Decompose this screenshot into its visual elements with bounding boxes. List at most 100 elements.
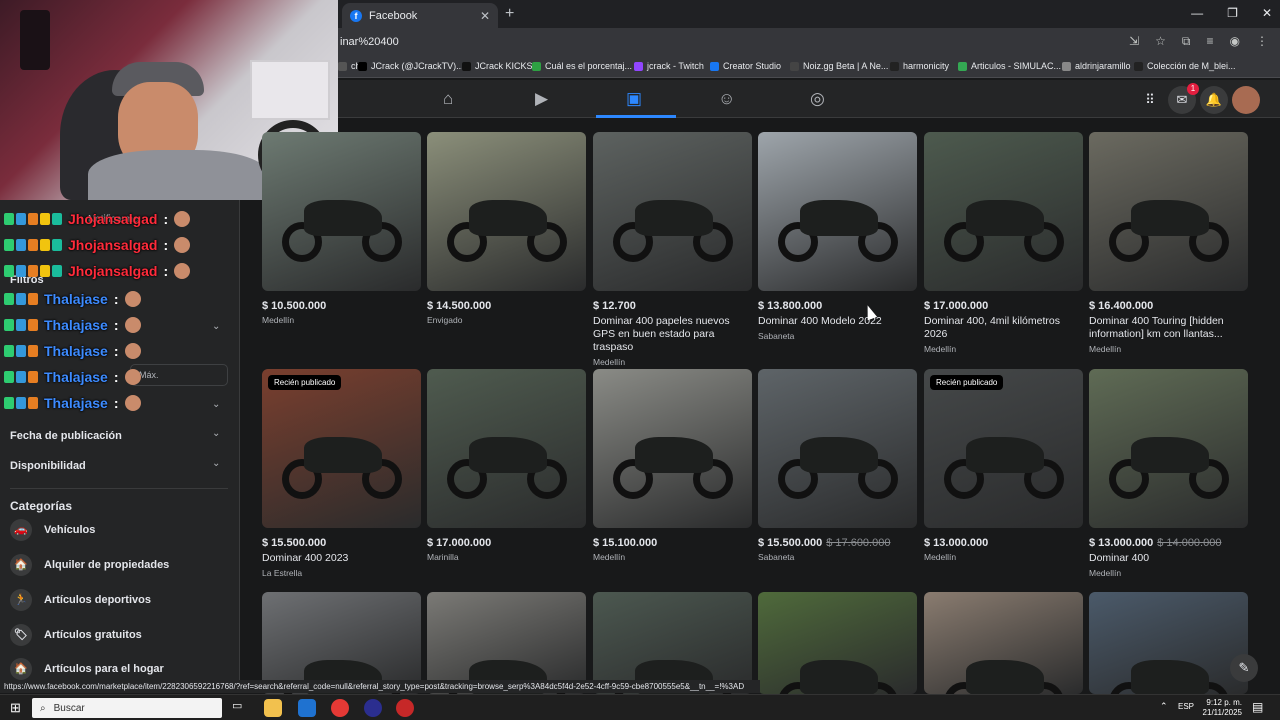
file-explorer-icon[interactable] [264, 699, 282, 717]
listing-photo[interactable] [427, 592, 586, 694]
listing-card[interactable]: Recién publicado $ 15.500.000 Dominar 400 … [262, 369, 421, 578]
chevron-down-icon[interactable]: ⌄ [212, 321, 220, 332]
bookmark-label: Creator Studio [723, 61, 782, 71]
listing-card[interactable] [758, 592, 917, 694]
task-view-icon[interactable]: ▭ [232, 699, 250, 717]
listing-photo[interactable]: Recién publicado [924, 369, 1083, 528]
listing-card[interactable]: $ 15.500.000 $ 17.600.000 Sabaneta [758, 369, 917, 562]
bookmark-item[interactable]: harmonicity [890, 61, 949, 71]
category-item[interactable]: 🚗 Vehículos [10, 519, 95, 541]
close-tab-icon[interactable]: ✕ [480, 9, 490, 23]
listing-card[interactable]: $ 17.000.000 Marinilla [427, 369, 586, 562]
listing-title: Dominar 400 2023 [262, 552, 349, 564]
bookmark-label: Cuál es el porcentaj... [545, 61, 633, 71]
listing-photo[interactable] [593, 132, 752, 291]
listing-card[interactable] [427, 592, 586, 694]
listing-photo[interactable] [758, 592, 917, 694]
windows-start-icon[interactable]: ⊞ [10, 700, 21, 716]
listing-card[interactable] [1089, 592, 1248, 694]
bookmark-item[interactable]: Articulos - SIMULAC... [958, 61, 1061, 71]
home-icon[interactable]: ⌂ [443, 89, 453, 109]
listing-photo[interactable] [262, 132, 421, 291]
minimize-icon[interactable]: — [1191, 6, 1203, 20]
listing-card[interactable]: $ 17.000.000 Dominar 400, 4mil kilómetros… [924, 132, 1083, 354]
restore-icon[interactable]: ❐ [1227, 6, 1238, 20]
listing-card[interactable] [593, 592, 752, 694]
listing-photo[interactable] [758, 369, 917, 528]
bookmark-item[interactable]: Colección de M_blei... [1134, 61, 1236, 71]
listing-card[interactable]: $ 13.800.000 Dominar 400 Modelo 2022 Saban… [758, 132, 917, 341]
category-item[interactable]: 🏃 Artículos deportivos [10, 589, 151, 611]
listing-card[interactable]: $ 16.400.000 Dominar 400 Touring [hidden … [1089, 132, 1248, 354]
listing-location: Sabaneta [758, 331, 795, 341]
category-item[interactable]: 🏠 Alquiler de propiedades [10, 554, 169, 576]
listing-card[interactable]: Recién publicado $ 13.000.000 Medellín [924, 369, 1083, 562]
marketplace-icon[interactable]: ▣ [626, 89, 642, 109]
url-field[interactable]: inar%20400 [340, 36, 399, 48]
listing-card[interactable]: $ 12.700 Dominar 400 papeles nuevos GPS e… [593, 132, 752, 367]
app-icon[interactable] [396, 699, 414, 717]
groups-icon[interactable]: ☺ [718, 89, 735, 109]
chevron-down-icon[interactable]: ⌄ [212, 399, 220, 410]
profile-icon[interactable]: ◉ [1230, 34, 1240, 49]
max-price-input[interactable]: Máx. [130, 364, 228, 386]
bookmark-item[interactable]: aldrinjaramillo [1062, 61, 1131, 71]
listing-photo[interactable] [1089, 132, 1248, 291]
taskbar-search[interactable]: ⌕ Buscar [32, 698, 222, 718]
listing-card[interactable]: $ 14.500.000 Envigado [427, 132, 586, 325]
availability-filter-label[interactable]: Disponibilidad [10, 460, 86, 472]
listing-card[interactable]: $ 13.000.000 $ 14.000.000 Dominar 400 Medel… [1089, 369, 1248, 578]
watch-icon[interactable]: ▶ [535, 89, 548, 109]
listing-photo[interactable] [758, 132, 917, 291]
extensions-icon[interactable]: ⧉ [1182, 34, 1191, 49]
bookmark-item[interactable]: jcrack - Twitch [634, 61, 704, 71]
language-indicator[interactable]: ESP [1178, 702, 1194, 711]
listing-location: Marinilla [427, 552, 459, 562]
apps-grid-icon[interactable]: ⠿ [1136, 86, 1164, 114]
chat-badge-icon [4, 239, 14, 251]
chevron-down-icon[interactable]: ⌄ [212, 458, 220, 469]
price-value: $ 17.000.000 [924, 300, 989, 312]
account-avatar[interactable] [1232, 86, 1260, 114]
listing-photo[interactable] [427, 132, 586, 291]
bookmark-item[interactable]: JCrack (@JCrackTV)... [358, 61, 464, 71]
listing-photo[interactable] [262, 592, 421, 694]
bookmark-item[interactable]: JCrack KICKS [462, 61, 533, 71]
notifications-icon[interactable]: ▤ [1252, 700, 1263, 714]
listing-card[interactable]: $ 10.500.000 Medellín [262, 132, 421, 325]
listing-photo[interactable] [593, 369, 752, 528]
date-filter-label[interactable]: Fecha de publicación [10, 430, 122, 442]
edit-icon[interactable]: ✎ [1230, 654, 1258, 682]
close-window-icon[interactable]: ✕ [1262, 6, 1272, 20]
listing-card[interactable] [924, 592, 1083, 694]
app-icon[interactable] [364, 699, 382, 717]
listing-photo[interactable] [1089, 369, 1248, 528]
listing-card[interactable] [262, 592, 421, 694]
gaming-icon[interactable]: ◎ [810, 89, 825, 109]
notifications-bell-icon[interactable]: 🔔 [1200, 86, 1228, 114]
bookmark-item[interactable]: Creator Studio [710, 61, 781, 71]
category-item[interactable]: 🏷 Artículos gratuitos [10, 624, 142, 646]
listing-card[interactable]: $ 15.100.000 Medellín [593, 369, 752, 562]
bookmark-star-icon[interactable]: ☆ [1155, 34, 1166, 49]
listing-photo[interactable] [924, 132, 1083, 291]
listing-photo[interactable] [593, 592, 752, 694]
clock[interactable]: 9:12 p. m. 21/11/2025 [1203, 698, 1242, 718]
listing-photo[interactable]: Recién publicado [262, 369, 421, 528]
bookmark-favicon-icon [462, 61, 471, 71]
outlook-icon[interactable] [298, 699, 316, 717]
tab-facebook[interactable]: f Facebook ✕ [342, 3, 498, 28]
category-item[interactable]: 🏠 Artículos para el hogar [10, 658, 164, 680]
new-tab-icon[interactable]: + [505, 5, 514, 23]
install-icon[interactable]: ⇲ [1129, 34, 1139, 49]
bookmark-item[interactable]: Noiz.gg Beta | A Ne... [790, 61, 888, 71]
listing-photo[interactable] [427, 369, 586, 528]
media-icon[interactable]: ≡ [1207, 34, 1214, 49]
chevron-down-icon[interactable]: ⌄ [212, 428, 220, 439]
listing-photo[interactable] [1089, 592, 1248, 694]
menu-icon[interactable]: ⋮ [1256, 34, 1268, 49]
listing-photo[interactable] [924, 592, 1083, 694]
tray-chevron-icon[interactable]: ⌃ [1160, 701, 1168, 712]
chrome-icon[interactable] [331, 699, 349, 717]
bookmark-item[interactable]: Cuál es el porcentaj... [532, 61, 632, 71]
